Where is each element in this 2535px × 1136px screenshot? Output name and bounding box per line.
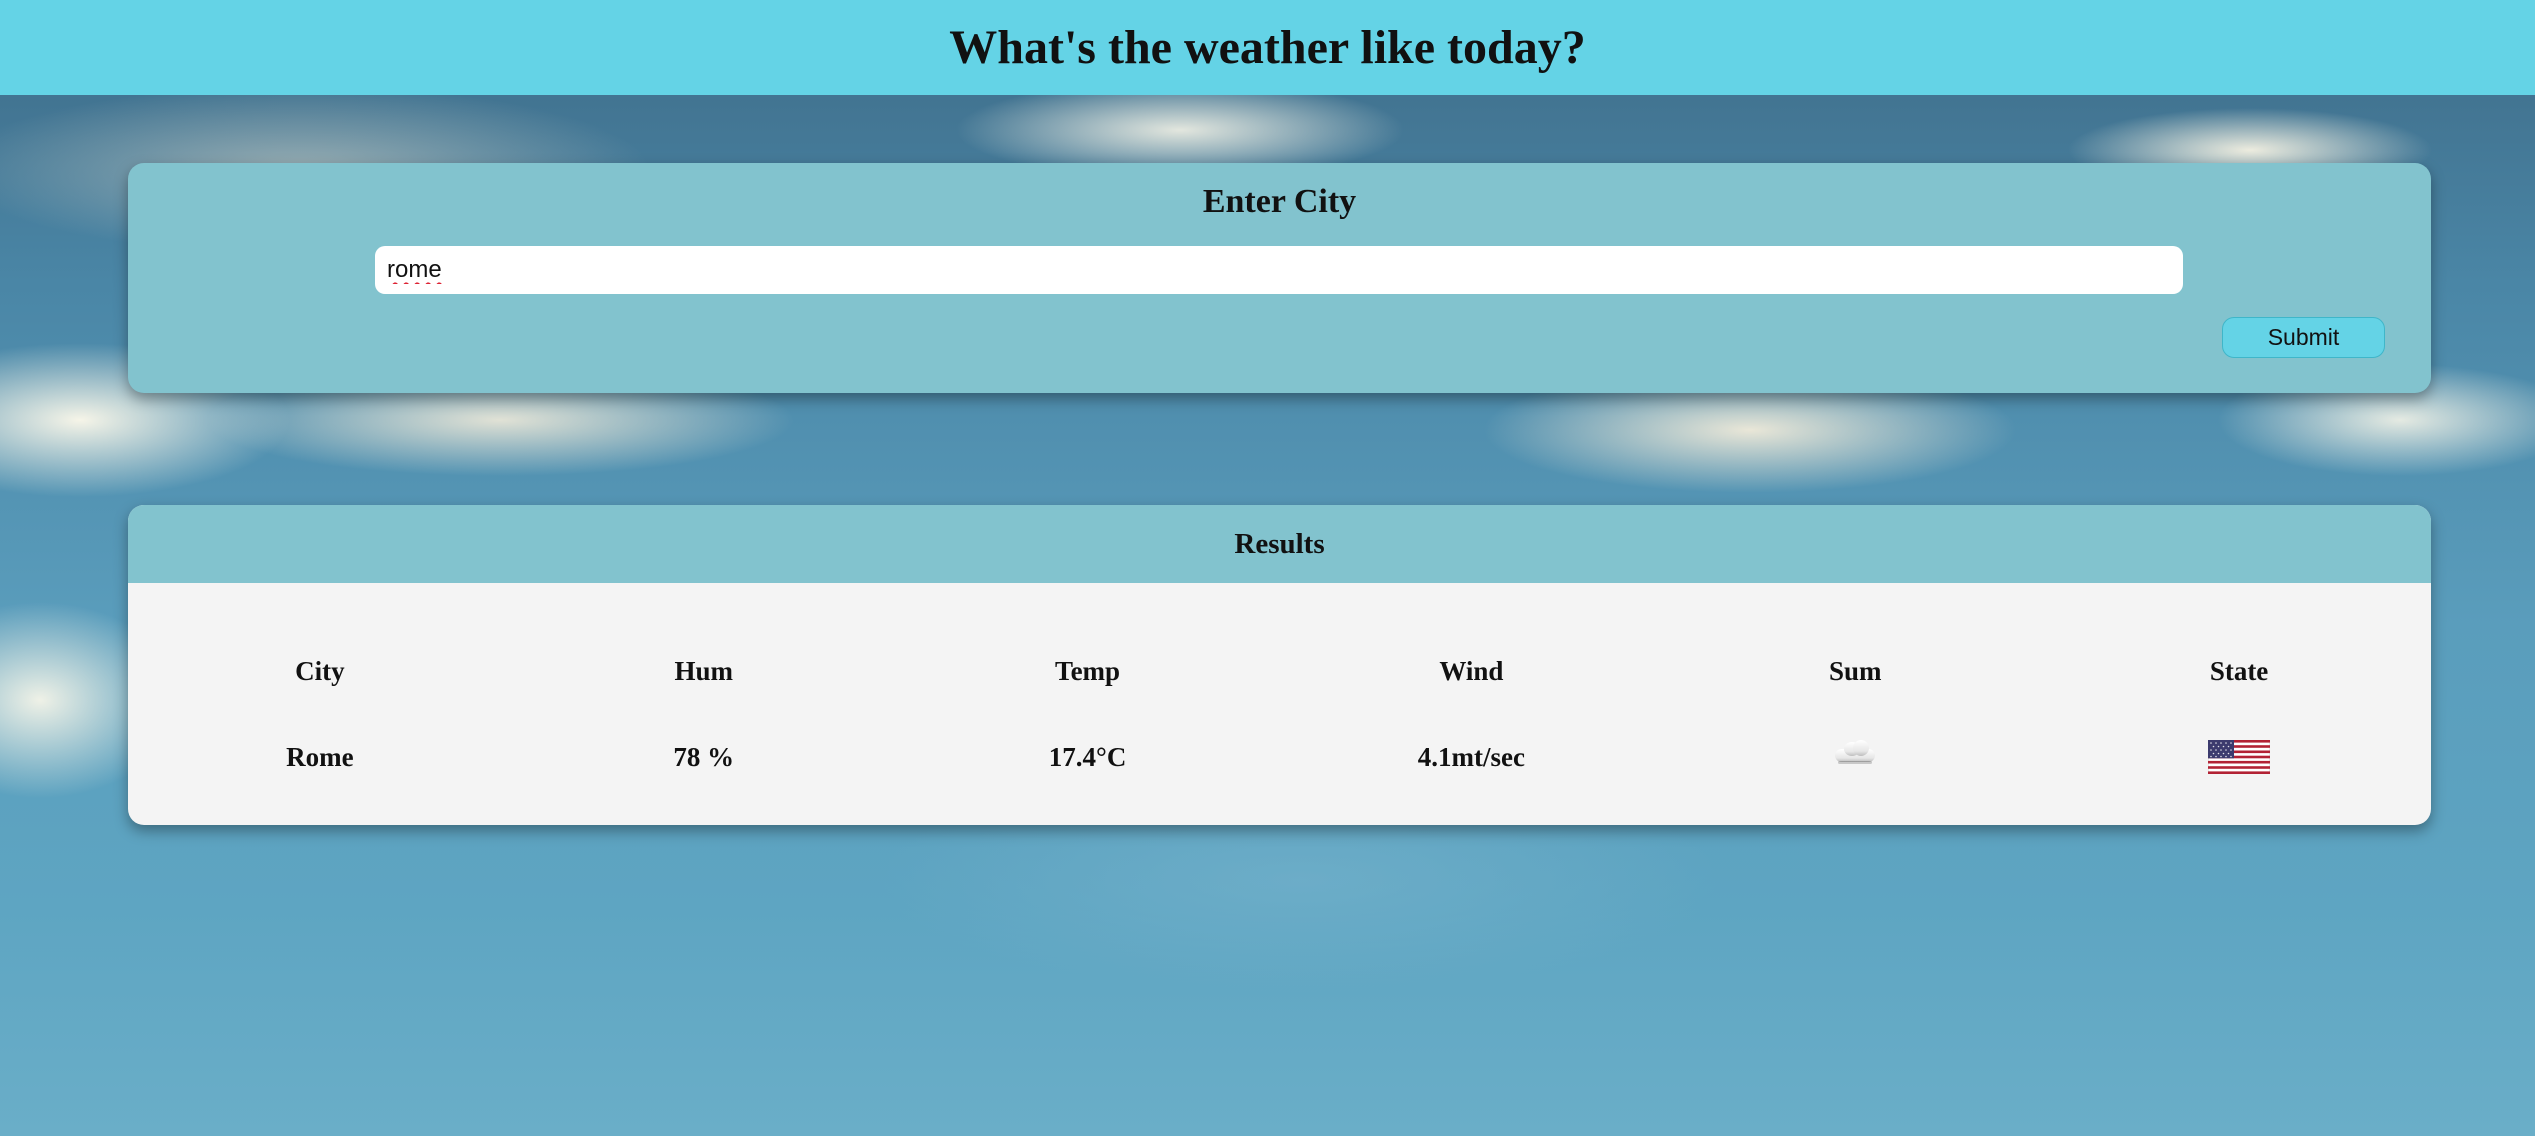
results-heading: Results bbox=[1234, 527, 1325, 560]
column-header-temp: Temp bbox=[1055, 655, 1121, 686]
state-cell bbox=[2047, 737, 2431, 777]
page-title: What's the weather like today? bbox=[949, 21, 1586, 74]
city-search-card: Enter City Submit bbox=[128, 163, 2431, 393]
column-header-summary: Sum bbox=[1828, 655, 1882, 686]
top-bar: What's the weather like today? bbox=[0, 0, 2535, 95]
results-card: Results City Hum Temp Wind Sum State Rom… bbox=[128, 505, 2431, 825]
city-input[interactable] bbox=[375, 246, 2183, 294]
table-row: Rome 78 % 17.4°C 4.1mt/sec bbox=[128, 737, 2431, 777]
temp-value: 17.4°C bbox=[1048, 741, 1127, 772]
city-value: Rome bbox=[286, 741, 354, 772]
submit-button[interactable]: Submit bbox=[2222, 317, 2385, 358]
column-header-city: City bbox=[295, 655, 345, 686]
column-header-wind: Wind bbox=[1439, 655, 1504, 686]
wind-value: 4.1mt/sec bbox=[1417, 741, 1525, 772]
cloud-icon bbox=[1835, 740, 1876, 764]
results-header-row: City Hum Temp Wind Sum State bbox=[128, 651, 2431, 691]
humidity-value: 78 % bbox=[673, 741, 735, 772]
summary-cell bbox=[1663, 737, 2047, 777]
us-flag-icon bbox=[2208, 740, 2271, 774]
column-header-humidity: Hum bbox=[674, 655, 733, 686]
search-heading: Enter City bbox=[1202, 183, 1357, 220]
results-header: Results bbox=[128, 505, 2431, 583]
column-header-state: State bbox=[2209, 655, 2269, 686]
